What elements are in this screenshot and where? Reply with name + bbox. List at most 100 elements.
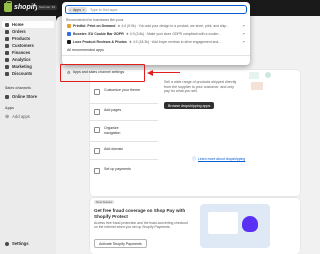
search-scope-label: Apps: [72, 8, 81, 13]
sidebar-item-orders[interactable]: Orders: [2, 28, 54, 35]
search-input[interactable]: [90, 7, 240, 13]
sidebar-item-add-apps[interactable]: ⊕ Add apps: [2, 113, 54, 120]
sidebar-item-finances[interactable]: Finances: [2, 49, 54, 56]
loox-logo-icon: [67, 40, 71, 44]
step-label: Organize navigation: [104, 126, 121, 135]
dropship-illustration: [245, 70, 293, 96]
step-label: Add domain: [104, 147, 124, 151]
booster-logo-icon: [67, 32, 71, 36]
shopify-logo[interactable]: shopify: [4, 1, 39, 12]
gear-icon: [5, 241, 9, 246]
sidebar-item-label: Discounts: [12, 71, 33, 76]
annotation-highlight-box: [60, 64, 145, 82]
sidebar-item-label: Products: [12, 36, 31, 41]
app-details: ★ 4.9 (18.3k) · Add buyer reviews to dri…: [128, 40, 222, 44]
feature-body: Access free fraud protection and the lea…: [94, 221, 188, 230]
target-icon: [5, 64, 9, 69]
learn-more-dropshipping-link[interactable]: Learn more about dropshipping: [198, 157, 245, 161]
bank-icon: [5, 50, 9, 55]
sidebar-item-analytics[interactable]: Analytics: [2, 56, 54, 63]
app-name: Printful: Print on Demand: [73, 24, 116, 28]
dropship-description: Sell a wide range of products shipped di…: [164, 80, 237, 94]
annotation-arrow-line: [152, 72, 180, 74]
step-organize-navigation[interactable]: Organize navigation: [94, 126, 134, 135]
sidebar-item-online-store[interactable]: Online Store: [2, 93, 54, 100]
logo-text: shopify: [14, 4, 39, 11]
package-illustration: [251, 82, 263, 90]
recommended-section-title: Recommended for businesses like yours: [66, 18, 124, 22]
sidebar-item-discounts[interactable]: Discounts: [2, 70, 54, 77]
sidebar-item-settings[interactable]: Settings: [2, 240, 54, 247]
orders-icon: [5, 29, 9, 34]
sidebar-item-label: Marketing: [12, 64, 32, 69]
divider: [90, 120, 158, 121]
printful-logo-icon: [67, 24, 71, 28]
apps-heading: Apps: [5, 106, 14, 110]
sidebar: Home Orders Products Customers Finances …: [0, 16, 56, 254]
all-recommended-apps-link[interactable]: All recommended apps: [64, 47, 248, 53]
checkout-card-illustration: [208, 212, 238, 234]
search-box[interactable]: ⌕ Apps ×: [65, 5, 247, 14]
search-scope-chip[interactable]: ⌕ Apps ×: [67, 7, 87, 13]
external-link-icon: ↗: [241, 24, 245, 28]
sales-channels-heading: Sales channels: [5, 86, 31, 90]
close-icon[interactable]: ×: [82, 8, 84, 12]
globe-icon: [94, 147, 100, 154]
divider: [90, 159, 158, 160]
product-card-illustration: [249, 72, 259, 79]
sidebar-item-label: Analytics: [12, 57, 31, 62]
sidebar-item-label: Settings: [12, 241, 29, 246]
plus-icon: ⊕: [5, 113, 10, 120]
step-add-pages[interactable]: Add pages: [94, 108, 121, 115]
sidebar-item-label: Finances: [12, 50, 31, 55]
app-result-booster[interactable]: Booster: EU Cookie Bar GDPR ★ 4.9 (3.6k)…: [64, 31, 248, 37]
search-icon: ⌕: [69, 8, 72, 13]
card-icon: [94, 167, 100, 174]
tag-icon: [5, 36, 9, 41]
sidebar-item-marketing[interactable]: Marketing: [2, 63, 54, 70]
fraud-protection-illustration: [200, 204, 270, 248]
feature-title: Get free fraud coverage on Shop Pay with…: [94, 208, 186, 219]
browse-dropshipping-button[interactable]: Browse dropshipping apps: [164, 102, 215, 109]
all-recommended-label: All recommended apps: [67, 48, 104, 52]
navigation-icon: [94, 126, 100, 133]
sidebar-item-label: Home: [12, 22, 24, 27]
app-search-dropdown: ⌕ Apps × Recommended for businesses like…: [62, 2, 250, 75]
info-icon: ⓘ: [192, 156, 196, 161]
external-link-icon: ↗: [241, 32, 245, 36]
sidebar-item-customers[interactable]: Customers: [2, 42, 54, 49]
person-icon: [5, 43, 9, 48]
divider: [62, 55, 250, 56]
sidebar-item-label: Orders: [12, 29, 26, 34]
activate-payments-button[interactable]: Activate Shopify Payments: [94, 239, 147, 248]
app-details: ★ 4.9 (3.6k) · Make your store GDPR comp…: [125, 32, 222, 36]
sidebar-item-home[interactable]: Home: [2, 21, 54, 28]
divider: [90, 103, 158, 104]
setup-guide-card: Customize your theme Add pages Organize …: [90, 70, 300, 196]
step-label: Set up payments: [104, 167, 131, 171]
step-customize-theme[interactable]: Customize your theme: [94, 88, 144, 95]
app-result-printful[interactable]: Printful: Print on Demand ★ 4.6 (5.9k) ·…: [64, 23, 248, 29]
external-link-icon: ↗: [241, 40, 245, 44]
shopify-bag-icon: [4, 1, 12, 12]
step-label: Customize your theme: [104, 88, 140, 92]
home-icon: [5, 22, 9, 27]
store-icon: [5, 94, 9, 99]
app-details: ★ 4.6 (5.9k) · You add your design to a …: [117, 24, 230, 28]
sidebar-item-products[interactable]: Products: [2, 35, 54, 42]
annotation-arrow-head: [147, 69, 153, 76]
app-name: Booster: EU Cookie Bar GDPR: [73, 32, 124, 36]
sidebar-item-label: Add apps: [12, 114, 30, 119]
step-add-domain[interactable]: Add domain: [94, 147, 123, 154]
divider: [90, 141, 158, 142]
new-feature-badge: New feature: [94, 200, 115, 204]
brush-icon: [94, 88, 100, 95]
edition-badge: Summer '24: [37, 5, 58, 10]
chart-icon: [5, 57, 9, 62]
app-name: Loox Product Reviews & Photos: [73, 40, 127, 44]
app-result-loox[interactable]: Loox Product Reviews & Photos ★ 4.9 (18.…: [64, 39, 248, 45]
sidebar-item-label: Customers: [12, 43, 34, 48]
step-set-up-payments[interactable]: Set up payments: [94, 167, 131, 174]
avatar-illustration: [265, 72, 271, 78]
discount-icon: [5, 71, 9, 76]
